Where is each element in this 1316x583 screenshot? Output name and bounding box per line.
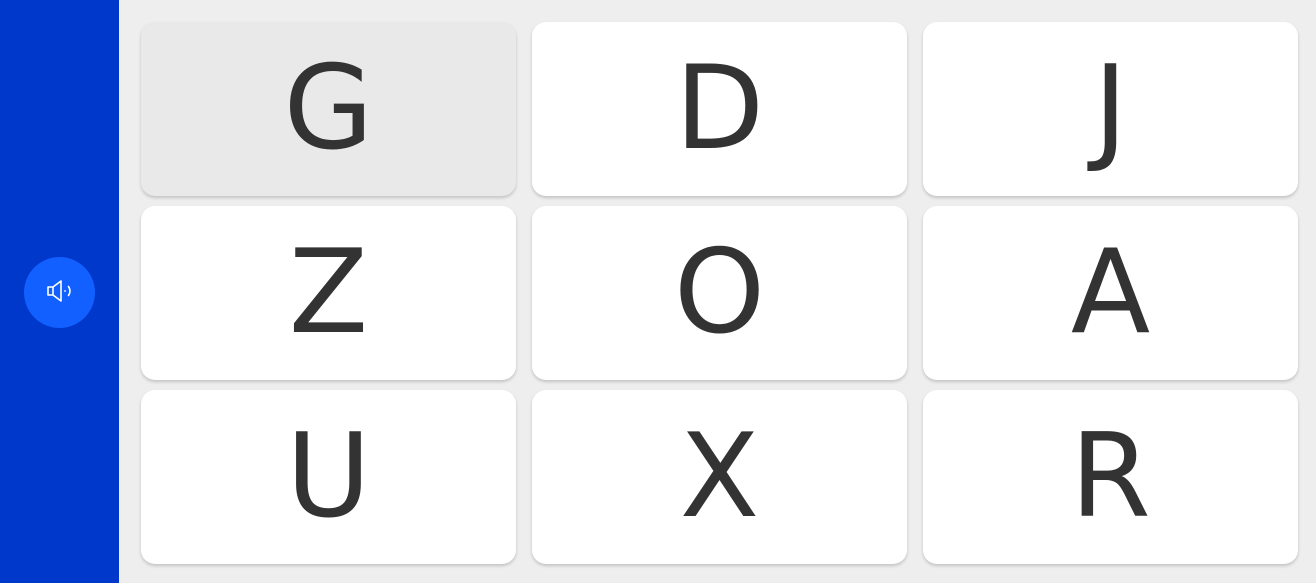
- card-letter: Z: [288, 225, 369, 360]
- letter-card-r[interactable]: R: [923, 390, 1298, 564]
- speaker-sound-icon: [42, 273, 78, 312]
- card-letter: U: [286, 409, 371, 544]
- letter-grid: G D J Z O A U X R: [141, 22, 1298, 564]
- letter-game-screen: G D J Z O A U X R: [0, 0, 1316, 583]
- card-letter: O: [673, 225, 766, 360]
- letter-card-a[interactable]: A: [923, 206, 1298, 380]
- letter-card-d[interactable]: D: [532, 22, 907, 196]
- letter-card-x[interactable]: X: [532, 390, 907, 564]
- card-letter: R: [1070, 409, 1151, 544]
- card-letter: G: [283, 41, 374, 176]
- letter-card-g[interactable]: G: [141, 22, 516, 196]
- card-letter: D: [674, 41, 765, 176]
- letter-card-j[interactable]: J: [923, 22, 1298, 196]
- play-sound-button[interactable]: [24, 257, 95, 328]
- letter-card-u[interactable]: U: [141, 390, 516, 564]
- card-letter: X: [679, 409, 760, 544]
- card-letter: J: [1093, 41, 1128, 176]
- card-letter: A: [1070, 225, 1151, 360]
- sidebar: [0, 0, 119, 583]
- letter-card-o[interactable]: O: [532, 206, 907, 380]
- letter-card-z[interactable]: Z: [141, 206, 516, 380]
